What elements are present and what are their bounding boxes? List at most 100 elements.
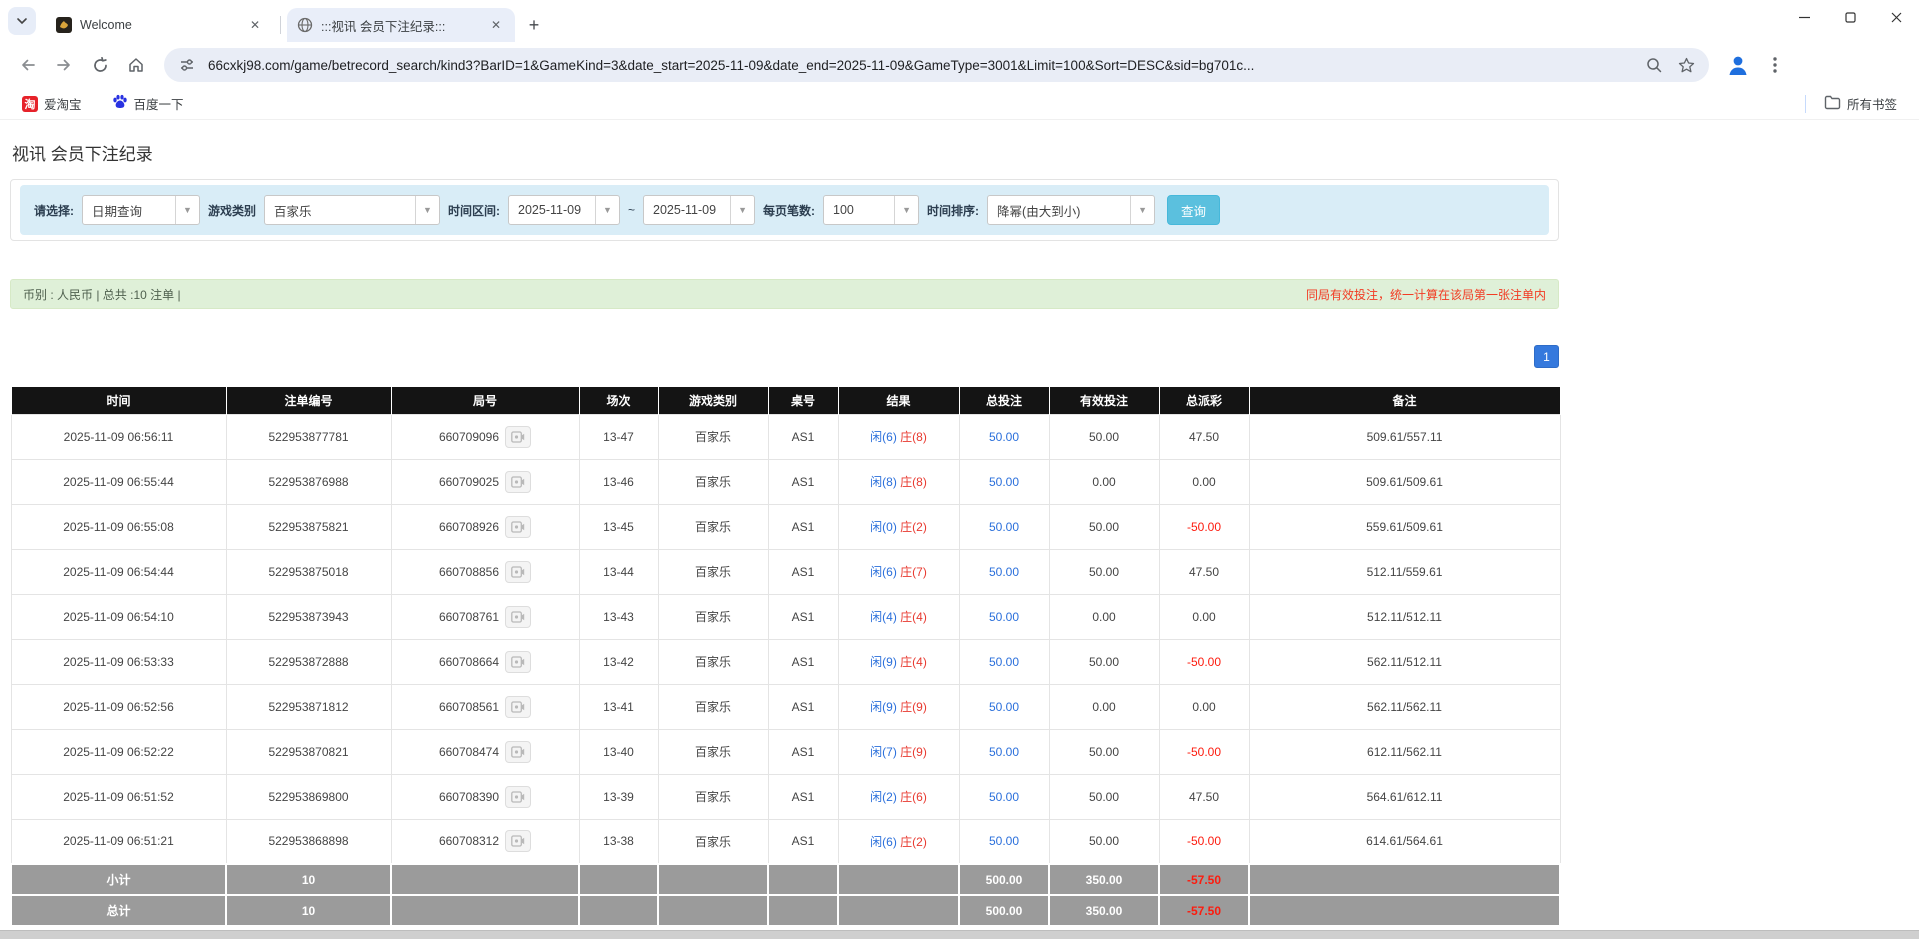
video-replay-button[interactable]	[505, 426, 531, 448]
query-type-select[interactable]: 日期查询 ▼	[82, 195, 200, 225]
tab-search-button[interactable]	[8, 7, 36, 35]
dropdown-arrow-icon[interactable]: ▼	[175, 196, 199, 224]
date-end-select[interactable]: 2025-11-09 ▼	[643, 195, 755, 225]
dropdown-arrow-icon[interactable]: ▼	[894, 196, 918, 224]
cell-note: 614.61/564.61	[1249, 819, 1560, 864]
cell-time: 2025-11-09 06:51:21	[11, 819, 226, 864]
cell-round-id: 660708926	[391, 504, 579, 549]
video-replay-button[interactable]	[505, 830, 531, 852]
dropdown-arrow-icon[interactable]: ▼	[1130, 196, 1154, 224]
cell-total-bet: 50.00	[959, 414, 1049, 459]
cell-game-type: 百家乐	[658, 459, 768, 504]
page-number-button[interactable]: 1	[1534, 345, 1559, 368]
total-row-cell	[768, 895, 838, 926]
cell-time: 2025-11-09 06:56:11	[11, 414, 226, 459]
tab-close-icon[interactable]: ✕	[246, 16, 264, 34]
total-bet-link[interactable]: 50.00	[989, 520, 1019, 534]
site-info-icon[interactable]	[174, 52, 200, 78]
tab-close-icon[interactable]: ✕	[487, 16, 505, 34]
bookmark-label: 百度一下	[134, 94, 184, 113]
summary-notice-text: 同局有效投注，统一计算在该局第一张注单内	[1306, 286, 1546, 303]
result-banker: 庄(8)	[900, 475, 927, 489]
chevron-down-icon	[16, 15, 28, 27]
video-replay-button[interactable]	[505, 471, 531, 493]
video-replay-button[interactable]	[505, 786, 531, 808]
cell-session: 13-41	[579, 684, 658, 729]
dropdown-arrow-icon[interactable]: ▼	[415, 196, 439, 224]
cell-valid-bet: 50.00	[1049, 819, 1159, 864]
total-bet-link[interactable]: 50.00	[989, 745, 1019, 759]
new-tab-button[interactable]: +	[521, 12, 547, 38]
cell-bet-id: 522953868898	[226, 819, 391, 864]
table-row: 2025-11-09 06:52:56522953871812660708561…	[11, 684, 1560, 729]
video-replay-icon	[511, 521, 525, 533]
total-bet-link[interactable]: 50.00	[989, 655, 1019, 669]
browser-menu-icon[interactable]	[1761, 51, 1789, 79]
reload-button[interactable]	[84, 49, 116, 81]
round-id-text: 660708312	[439, 834, 499, 848]
round-id-text: 660709025	[439, 475, 499, 489]
cell-session: 13-47	[579, 414, 658, 459]
total-bet-link[interactable]: 50.00	[989, 790, 1019, 804]
forward-button[interactable]	[48, 49, 80, 81]
bookmark-baidu[interactable]: 百度一下	[104, 91, 192, 116]
cell-bet-id: 522953876988	[226, 459, 391, 504]
per-page-select[interactable]: 100 ▼	[823, 195, 919, 225]
cell-result: 闲(6) 庄(7)	[838, 549, 959, 594]
payout-value: -50.00	[1187, 745, 1221, 759]
close-window-button[interactable]	[1873, 0, 1919, 34]
dropdown-arrow-icon[interactable]: ▼	[595, 196, 619, 224]
payout-value: 0.00	[1192, 475, 1215, 489]
minimize-button[interactable]	[1781, 0, 1827, 34]
video-replay-button[interactable]	[505, 696, 531, 718]
tab-title: Welcome	[80, 18, 246, 32]
home-button[interactable]	[120, 49, 152, 81]
total-bet-link[interactable]: 50.00	[989, 700, 1019, 714]
date-start-select[interactable]: 2025-11-09 ▼	[508, 195, 620, 225]
back-button[interactable]	[12, 49, 44, 81]
cell-time: 2025-11-09 06:55:08	[11, 504, 226, 549]
total-bet-link[interactable]: 50.00	[989, 430, 1019, 444]
url-bar[interactable]: 66cxkj98.com/game/betrecord_search/kind3…	[164, 48, 1709, 82]
zoom-icon[interactable]	[1641, 52, 1667, 78]
sort-select[interactable]: 降幂(由大到小) ▼	[987, 195, 1155, 225]
baidu-paw-icon	[112, 94, 128, 113]
video-replay-button[interactable]	[505, 561, 531, 583]
total-bet-link[interactable]: 50.00	[989, 834, 1019, 848]
close-icon	[1891, 12, 1902, 23]
result-player: 闲(9)	[870, 700, 897, 714]
video-replay-button[interactable]	[505, 741, 531, 763]
tab-betrecord[interactable]: :::视讯 会员下注纪录::: ✕	[287, 8, 515, 42]
profile-avatar[interactable]	[1723, 50, 1753, 80]
all-bookmarks-button[interactable]: 所有书签	[1816, 91, 1905, 116]
cell-total-bet: 50.00	[959, 774, 1049, 819]
payout-value: -50.00	[1187, 520, 1221, 534]
total-bet-link[interactable]: 50.00	[989, 565, 1019, 579]
dropdown-arrow-icon[interactable]: ▼	[730, 196, 754, 224]
total-row-cell: 500.00	[959, 895, 1049, 926]
video-replay-icon	[511, 476, 525, 488]
maximize-button[interactable]	[1827, 0, 1873, 34]
table-row: 2025-11-09 06:51:52522953869800660708390…	[11, 774, 1560, 819]
game-category-select[interactable]: 百家乐 ▼	[264, 195, 440, 225]
cell-session: 13-44	[579, 549, 658, 594]
range-separator: ~	[628, 203, 635, 217]
cell-round-id: 660708761	[391, 594, 579, 639]
column-header: 时间	[11, 387, 226, 414]
page-content: 视讯 会员下注纪录 请选择: 日期查询 ▼ 游戏类别 百家乐 ▼ 时间区间: 2…	[0, 120, 1919, 939]
bookmark-star-icon[interactable]	[1673, 52, 1699, 78]
tab-strip: Welcome ✕ :::视讯 会员下注纪录::: ✕ +	[0, 0, 1919, 42]
total-bet-link[interactable]: 50.00	[989, 610, 1019, 624]
video-replay-button[interactable]	[505, 516, 531, 538]
payout-value: -50.00	[1187, 834, 1221, 848]
bookmark-taobao[interactable]: 淘 爱淘宝	[14, 91, 90, 116]
search-button[interactable]: 查询	[1167, 195, 1220, 225]
video-replay-button[interactable]	[505, 606, 531, 628]
total-bet-link[interactable]: 50.00	[989, 475, 1019, 489]
table-row: 2025-11-09 06:54:44522953875018660708856…	[11, 549, 1560, 594]
tab-welcome[interactable]: Welcome ✕	[46, 8, 274, 42]
subtotal-row-cell: 500.00	[959, 864, 1049, 895]
column-header: 结果	[838, 387, 959, 414]
url-text[interactable]: 66cxkj98.com/game/betrecord_search/kind3…	[208, 58, 1635, 73]
video-replay-button[interactable]	[505, 651, 531, 673]
